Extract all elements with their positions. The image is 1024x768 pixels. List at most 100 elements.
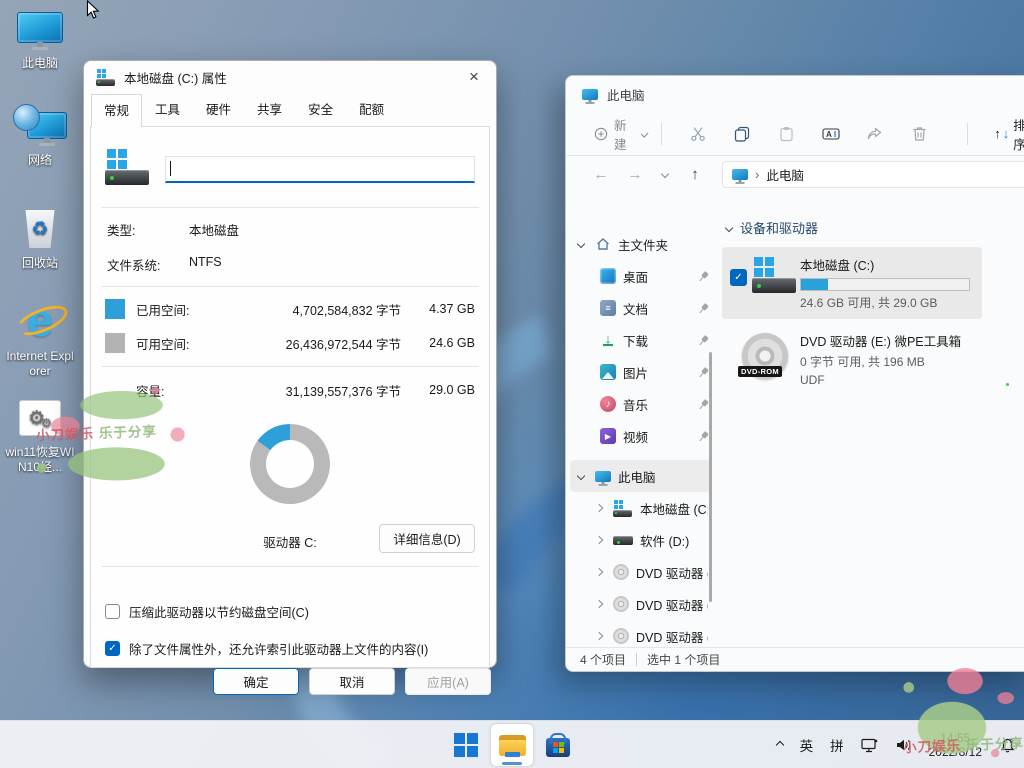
taskbar-clock[interactable]: 14:55 2022/8/12	[929, 731, 982, 760]
close-icon[interactable]: ×	[452, 61, 496, 93]
pictures-folder-icon	[600, 364, 616, 380]
ime-english-indicator[interactable]: 英	[800, 735, 814, 755]
rename-button[interactable]: A	[809, 126, 853, 142]
apply-button[interactable]: 应用(A)	[405, 668, 491, 695]
up-button[interactable]: ↑	[678, 166, 712, 183]
navigation-pane: 主文件夹 桌面 ≡ 文档 ↓ 下载	[566, 192, 714, 647]
dvd-icon	[613, 564, 629, 580]
mouse-cursor	[86, 0, 101, 26]
sidebar-item-home[interactable]: 主文件夹	[566, 228, 714, 260]
index-checkbox[interactable]	[105, 641, 120, 656]
notification-bell-icon[interactable]: z	[999, 737, 1016, 754]
copy-button[interactable]	[720, 126, 764, 142]
new-button[interactable]: 新建	[594, 115, 647, 153]
sidebar-item-dvd-partial[interactable]: DVD 驱动器 (E:)	[566, 620, 714, 647]
taskbar-file-explorer[interactable]	[491, 724, 533, 766]
desktop-icon-network[interactable]: 网络	[2, 104, 78, 168]
recent-locations-button[interactable]	[652, 171, 678, 177]
free-space-label: 可用空间:	[136, 334, 241, 353]
volume-icon[interactable]	[895, 738, 912, 752]
tab-general[interactable]: 常规	[91, 94, 142, 127]
sidebar-item-desktop[interactable]: 桌面	[566, 260, 714, 292]
pin-icon	[696, 269, 711, 284]
desktop-icon-label: win11恢复WIN10经...	[5, 445, 75, 475]
drive-item-dvd-e[interactable]: DVD-ROM DVD 驱动器 (E:) 微PE工具箱 0 字节 可用, 共 1…	[722, 323, 982, 395]
cut-button[interactable]	[676, 126, 720, 142]
desktop-icon-label: 网络	[28, 153, 52, 168]
dvd-icon	[613, 596, 629, 612]
desktop-icon-recycle-bin[interactable]: ♻ 回收站	[2, 210, 78, 271]
selection-checkbox[interactable]	[730, 269, 747, 286]
section-devices-and-drives[interactable]: 设备和驱动器	[722, 218, 1024, 237]
ok-button[interactable]: 确定	[213, 668, 299, 695]
local-disk-icon	[613, 500, 633, 517]
sidebar-item-local-disk-c[interactable]: 本地磁盘 (C:)	[566, 492, 714, 524]
sidebar-scrollbar[interactable]	[709, 352, 712, 602]
network-icon[interactable]	[861, 738, 878, 753]
explorer-statusbar: 4 个项目 选中 1 个项目	[566, 647, 1024, 671]
sidebar-item-downloads[interactable]: ↓ 下载	[566, 324, 714, 356]
disk-icon	[613, 536, 633, 545]
back-button[interactable]: ←	[584, 166, 618, 183]
tab-security[interactable]: 安全	[295, 93, 346, 126]
filesystem-value: NTFS	[189, 255, 222, 274]
sidebar-item-videos[interactable]: ▶ 视频	[566, 420, 714, 452]
volume-label-input[interactable]	[165, 156, 475, 183]
sidebar-item-dvd-e[interactable]: DVD 驱动器 (E	[566, 556, 714, 588]
sidebar-item-music[interactable]: ♪ 音乐	[566, 388, 714, 420]
hidden-icons-chevron-icon[interactable]	[775, 741, 783, 749]
capacity-size: 29.0 GB	[401, 383, 475, 397]
free-space-bytes: 26,436,972,544 字节	[241, 334, 401, 353]
dvd-rom-icon: DVD-ROM	[742, 333, 788, 379]
rename-icon: A	[822, 126, 840, 142]
sidebar-item-documents[interactable]: ≡ 文档	[566, 292, 714, 324]
desktop-icon-this-pc[interactable]: 此电脑	[2, 12, 78, 71]
paste-button[interactable]	[765, 126, 809, 142]
taskbar-microsoft-store[interactable]	[537, 724, 579, 766]
drive-item-c[interactable]: 本地磁盘 (C:) 24.6 GB 可用, 共 29.0 GB	[722, 247, 982, 319]
dialog-title: 本地磁盘 (C:) 属性	[124, 68, 444, 87]
used-space-bytes: 4,702,584,832 字节	[241, 300, 401, 319]
sidebar-item-pictures[interactable]: 图片	[566, 356, 714, 388]
general-tab-panel: 类型: 本地磁盘 文件系统: NTFS 已用空间: 4,702,584,832 …	[90, 126, 490, 668]
details-button[interactable]: 详细信息(D)	[379, 524, 475, 553]
explorer-titlebar[interactable]: 此电脑	[566, 76, 1024, 112]
delete-button[interactable]	[897, 126, 941, 142]
desktop-icon-win11-restore[interactable]: ⚙⚙ win11恢复WIN10经...	[2, 400, 78, 475]
cancel-button[interactable]: 取消	[309, 668, 395, 695]
start-button[interactable]	[445, 724, 487, 766]
sidebar-item-this-pc[interactable]: 此电脑	[570, 460, 710, 492]
globe-icon	[13, 104, 40, 131]
desktop-icon-internet-explorer[interactable]: e Internet Explorer	[2, 296, 78, 379]
sidebar-item-dvd-f[interactable]: DVD 驱动器 (F	[566, 588, 714, 620]
content-pane: 设备和驱动器 本地磁盘 (C:) 24.6 GB 可用, 共 29.0 GB D…	[714, 192, 1024, 647]
address-bar[interactable]: › 此电脑	[722, 161, 1024, 188]
cut-icon	[690, 126, 706, 142]
sort-button[interactable]: ↑↓ 排序	[994, 115, 1024, 153]
tab-quota[interactable]: 配额	[346, 93, 397, 126]
sort-button-label: 排序	[1013, 115, 1024, 153]
downloads-icon: ↓	[600, 332, 616, 348]
desktop: 此电脑 网络 ♻ 回收站 e Internet Explorer ⚙⚙ win1…	[0, 0, 1024, 768]
ime-pinyin-indicator[interactable]: 拼	[830, 735, 844, 755]
breadcrumb[interactable]: 此电脑	[766, 165, 804, 184]
drive-icon	[96, 69, 116, 86]
desktop-icon-label: 此电脑	[22, 56, 58, 71]
tab-tools[interactable]: 工具	[142, 93, 193, 126]
share-button[interactable]	[853, 126, 897, 142]
drive-usage-meter	[800, 278, 970, 291]
system-tray: 英 拼 14:55 2022/8/12 z	[777, 721, 1016, 768]
type-label: 类型:	[107, 220, 189, 239]
forward-button[interactable]: →	[618, 166, 652, 183]
home-icon	[595, 236, 611, 252]
dialog-titlebar[interactable]: 本地磁盘 (C:) 属性 ×	[84, 61, 496, 93]
svg-text:A: A	[826, 130, 832, 139]
dialog-footer: 确定 取消 应用(A)	[84, 668, 496, 695]
tab-hardware[interactable]: 硬件	[193, 93, 244, 126]
drive-icon-large	[105, 149, 151, 189]
compress-checkbox[interactable]	[105, 604, 120, 619]
capacity-label: 容量:	[136, 381, 241, 400]
dialog-tabs: 常规 工具 硬件 共享 安全 配额	[84, 93, 496, 126]
sidebar-item-disk-d[interactable]: 软件 (D:)	[566, 524, 714, 556]
tab-sharing[interactable]: 共享	[244, 93, 295, 126]
